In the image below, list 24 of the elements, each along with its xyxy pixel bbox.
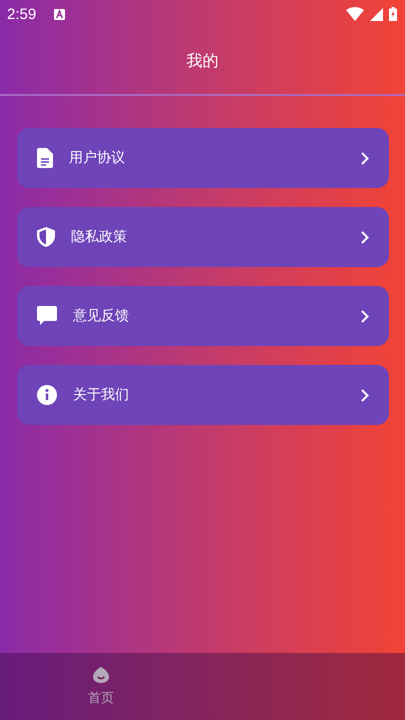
wifi-icon	[346, 7, 364, 21]
home-tab[interactable]: 首页	[0, 653, 202, 720]
home-icon	[93, 666, 109, 682]
signal-icon	[370, 8, 383, 20]
battery-icon	[389, 7, 397, 21]
chevron-right-icon	[361, 388, 369, 402]
page-title: 我的	[186, 50, 218, 72]
menu-label: 隐私政策	[71, 228, 128, 246]
menu-item[interactable]: 隐私政策	[17, 207, 389, 267]
chevron-right-icon	[361, 310, 369, 322]
menu-item[interactable]: 关于我们	[17, 365, 389, 425]
shield-icon	[37, 227, 55, 247]
status-time: 2:59	[7, 6, 36, 22]
menu-label: 关于我们	[73, 386, 130, 404]
menu-item[interactable]: 意见反馈	[17, 286, 389, 346]
chevron-right-icon	[361, 152, 369, 164]
chevron-right-icon	[361, 230, 369, 244]
chat-icon	[37, 306, 57, 326]
keyboard-notification-icon	[54, 8, 66, 20]
info-icon	[37, 385, 57, 405]
document-icon	[37, 148, 53, 168]
menu-item[interactable]: 用户协议	[17, 128, 389, 188]
menu-label: 用户协议	[69, 149, 126, 167]
menu-label: 意见反馈	[73, 307, 130, 325]
